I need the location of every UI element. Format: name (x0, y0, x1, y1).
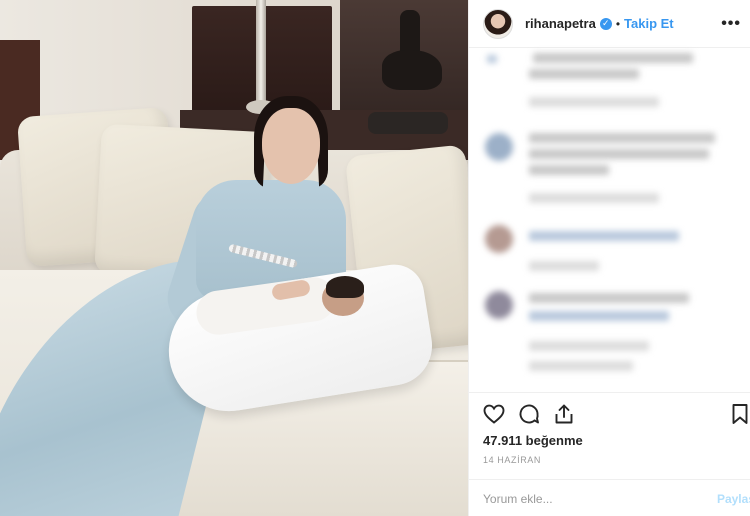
post-photo[interactable] (0, 0, 468, 516)
share-icon[interactable] (551, 401, 577, 427)
blurred-comment-line (529, 149, 709, 159)
bookmark-icon[interactable] (727, 401, 750, 427)
comments-list-blurred (469, 49, 750, 392)
blurred-comment-line (529, 231, 679, 241)
heart-icon[interactable] (481, 401, 507, 427)
blurred-comment-line (529, 311, 669, 321)
blurred-comment-meta (529, 261, 599, 271)
blurred-avatar (485, 133, 513, 161)
blurred-avatar (487, 55, 497, 63)
blurred-comment-meta (529, 361, 633, 371)
comment-bubble-icon[interactable] (516, 401, 542, 427)
blurred-comment-meta (529, 97, 659, 107)
post-date[interactable]: 14 HAZİRAN (483, 455, 541, 465)
photo-baby-hair (326, 276, 364, 298)
blurred-avatar (485, 225, 513, 253)
blurred-comment-line (533, 53, 693, 63)
blurred-comment-meta (529, 193, 659, 203)
post-actions: 47.911 beğenme 14 HAZİRAN Paylaş (469, 392, 750, 516)
blurred-comment-line (529, 165, 609, 175)
avatar[interactable] (483, 8, 513, 39)
post-comment-button[interactable]: Paylaş (717, 492, 750, 506)
blurred-comment-line (529, 133, 715, 143)
separator-dot: • (615, 16, 621, 31)
photo-lamp (256, 0, 266, 110)
photo-statue (362, 10, 452, 134)
blurred-comment-line (529, 293, 689, 303)
blurred-avatar (485, 291, 513, 319)
comment-input[interactable] (483, 491, 717, 506)
likes-count[interactable]: 47.911 beğenme (483, 433, 583, 448)
post-side-panel: rihanapetra ✓ • Takip Et ••• 47.911 beğe… (468, 0, 750, 516)
follow-button[interactable]: Takip Et (624, 16, 674, 31)
blurred-comment-line (529, 69, 639, 79)
more-options-icon[interactable]: ••• (721, 15, 741, 33)
comment-form: Paylaş (469, 479, 750, 516)
photo-head (262, 108, 320, 184)
blurred-comment-meta (529, 341, 649, 351)
verified-badge-icon: ✓ (599, 17, 612, 30)
username-link[interactable]: rihanapetra (525, 16, 596, 31)
post-header: rihanapetra ✓ • Takip Et ••• (469, 0, 750, 48)
